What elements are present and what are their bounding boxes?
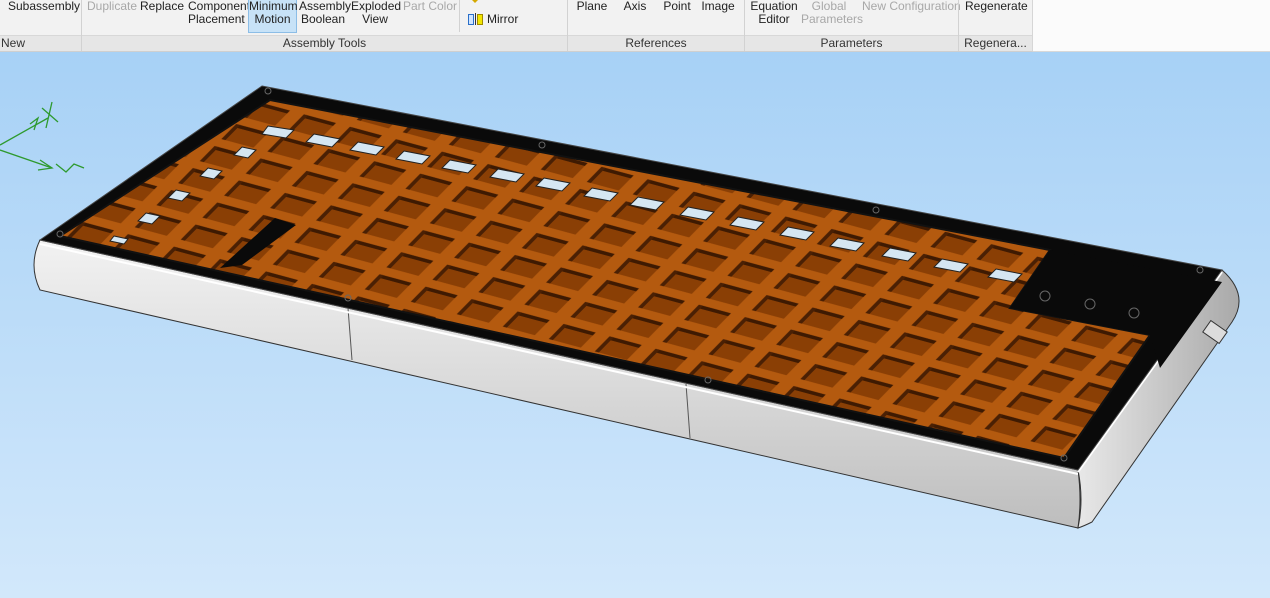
- exploded-view-button[interactable]: Exploded View: [351, 0, 401, 33]
- equation-editor-button[interactable]: Equation Editor: [750, 0, 798, 33]
- duplicate-button[interactable]: Duplicate: [87, 0, 138, 33]
- assembly-boolean-label-2: Boolean: [300, 12, 346, 26]
- point-button[interactable]: Point: [662, 0, 692, 33]
- assembly-boolean-button[interactable]: Assembly Boolean: [299, 0, 351, 33]
- group-label-assembly-tools: Assembly Tools: [82, 35, 567, 51]
- component-placement-label-2: Placement: [188, 12, 245, 26]
- small-arrow-icon: [472, 0, 478, 3]
- subassembly-button[interactable]: Subassembly: [8, 0, 81, 33]
- replace-label: Replace: [140, 0, 185, 13]
- new-configuration-label: New Configuration: [862, 0, 961, 13]
- minimum-motion-label-2: Motion: [254, 12, 291, 26]
- duplicate-label: Duplicate: [87, 0, 138, 13]
- global-parameters-label-2: Parameters: [801, 12, 864, 26]
- image-button[interactable]: Image: [701, 0, 735, 33]
- subassembly-label: Subassembly: [8, 0, 81, 13]
- global-parameters-button[interactable]: Global Parameters: [801, 0, 864, 33]
- 3d-viewport[interactable]: [0, 52, 1270, 598]
- ribbon-toolbar: Subassembly Duplicate Replace Component P…: [0, 0, 1033, 52]
- new-configuration-button[interactable]: New Configuration: [862, 0, 961, 33]
- axis-button[interactable]: Axis: [621, 0, 649, 33]
- image-label: Image: [701, 0, 735, 13]
- ribbon-empty-area: [1033, 0, 1270, 52]
- plane-button[interactable]: Plane: [576, 0, 608, 33]
- regenerate-button[interactable]: Regenerate: [965, 0, 1028, 33]
- mirror-label: Mirror: [487, 11, 519, 26]
- minimum-motion-button[interactable]: Minimum Motion: [248, 0, 298, 33]
- regenerate-label: Regenerate: [965, 0, 1028, 13]
- mirror-button[interactable]: Mirror: [467, 11, 519, 26]
- part-color-button[interactable]: Part Color: [403, 0, 458, 33]
- group-label-new: New: [0, 35, 81, 51]
- group-label-regenerate: Regenera...: [959, 35, 1032, 51]
- group-label-parameters: Parameters: [745, 35, 958, 51]
- component-placement-button[interactable]: Component Placement: [188, 0, 250, 33]
- equation-editor-label-2: Editor: [758, 12, 790, 26]
- part-color-label: Part Color: [403, 0, 458, 13]
- exploded-view-label-2: View: [362, 12, 388, 26]
- inner-separator: [459, 0, 460, 32]
- point-label: Point: [663, 0, 691, 13]
- axis-label: Axis: [623, 0, 647, 13]
- plane-label: Plane: [576, 0, 608, 13]
- group-label-references: References: [568, 35, 744, 51]
- replace-button[interactable]: Replace: [140, 0, 184, 33]
- mirror-icon: [467, 12, 483, 25]
